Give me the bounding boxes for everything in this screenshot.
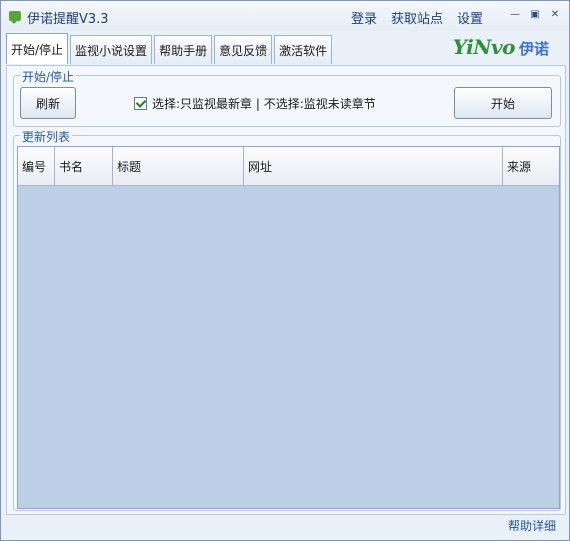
brand-logo: YiNvo 伊诺 bbox=[453, 35, 549, 59]
tab-activate[interactable]: 激活软件 bbox=[274, 35, 333, 64]
latest-chapter-option-label: 选择:只监视最新章 | 不选择:监视未读章节 bbox=[152, 97, 376, 111]
column-header-book[interactable]: 书名 bbox=[55, 147, 113, 185]
tab-monitor-settings[interactable]: 监视小说设置 bbox=[70, 35, 153, 64]
login-link[interactable]: 登录 bbox=[351, 8, 377, 27]
title-bar: 伊诺提醒V3.3 登录 获取站点 设置 — ▣ ✕ bbox=[1, 1, 569, 31]
refresh-button[interactable]: 刷新 bbox=[20, 87, 76, 119]
top-links: 登录 获取站点 设置 bbox=[351, 8, 483, 27]
tab-start-stop[interactable]: 开始/停止 bbox=[6, 33, 69, 64]
brand-logo-latin: YiNvo bbox=[452, 35, 516, 59]
column-header-url[interactable]: 网址 bbox=[244, 147, 503, 185]
tab-panel: 开始/停止 刷新 选择:只监视最新章 | 不选择:监视未读章节 开始 更新列表 … bbox=[6, 65, 566, 515]
status-bar: 帮助详细 bbox=[6, 516, 564, 534]
column-header-number[interactable]: 编号 bbox=[18, 147, 55, 185]
tab-feedback[interactable]: 意见反馈 bbox=[214, 35, 273, 64]
start-button[interactable]: 开始 bbox=[454, 87, 552, 119]
column-header-source[interactable]: 来源 bbox=[503, 147, 559, 185]
help-detail-link[interactable]: 帮助详细 bbox=[508, 517, 556, 534]
update-list-group-title: 更新列表 bbox=[20, 128, 73, 145]
table-header: 编号 书名 标题 网址 来源 bbox=[18, 147, 559, 186]
close-icon[interactable]: ✕ bbox=[549, 9, 561, 21]
tab-help-manual[interactable]: 帮助手册 bbox=[154, 35, 213, 64]
start-stop-group: 开始/停止 刷新 选择:只监视最新章 | 不选择:监视未读章节 开始 bbox=[13, 68, 561, 127]
minimize-icon[interactable]: — bbox=[509, 9, 521, 21]
start-stop-group-title: 开始/停止 bbox=[20, 68, 77, 85]
window-controls: — ▣ ✕ bbox=[509, 9, 561, 21]
brand-logo-cn: 伊诺 bbox=[518, 40, 549, 58]
window-title: 伊诺提醒V3.3 bbox=[27, 12, 109, 27]
latest-chapter-option[interactable]: 选择:只监视最新章 | 不选择:监视未读章节 bbox=[134, 95, 376, 112]
update-list-table[interactable]: 编号 书名 标题 网址 来源 bbox=[17, 146, 560, 509]
tab-bar: 开始/停止 监视小说设置 帮助手册 意见反馈 激活软件 bbox=[6, 33, 333, 65]
get-sites-link[interactable]: 获取站点 bbox=[391, 8, 443, 27]
update-list-group: 更新列表 编号 书名 标题 网址 来源 bbox=[13, 128, 561, 511]
settings-link[interactable]: 设置 bbox=[457, 8, 483, 27]
speech-bubble-icon bbox=[9, 11, 21, 24]
column-header-title[interactable]: 标题 bbox=[113, 147, 244, 185]
restore-icon[interactable]: ▣ bbox=[529, 9, 541, 21]
app-window: 伊诺提醒V3.3 登录 获取站点 设置 — ▣ ✕ 开始/停止 监视小说设置 帮… bbox=[0, 0, 570, 541]
latest-chapter-checkbox[interactable] bbox=[134, 97, 147, 110]
